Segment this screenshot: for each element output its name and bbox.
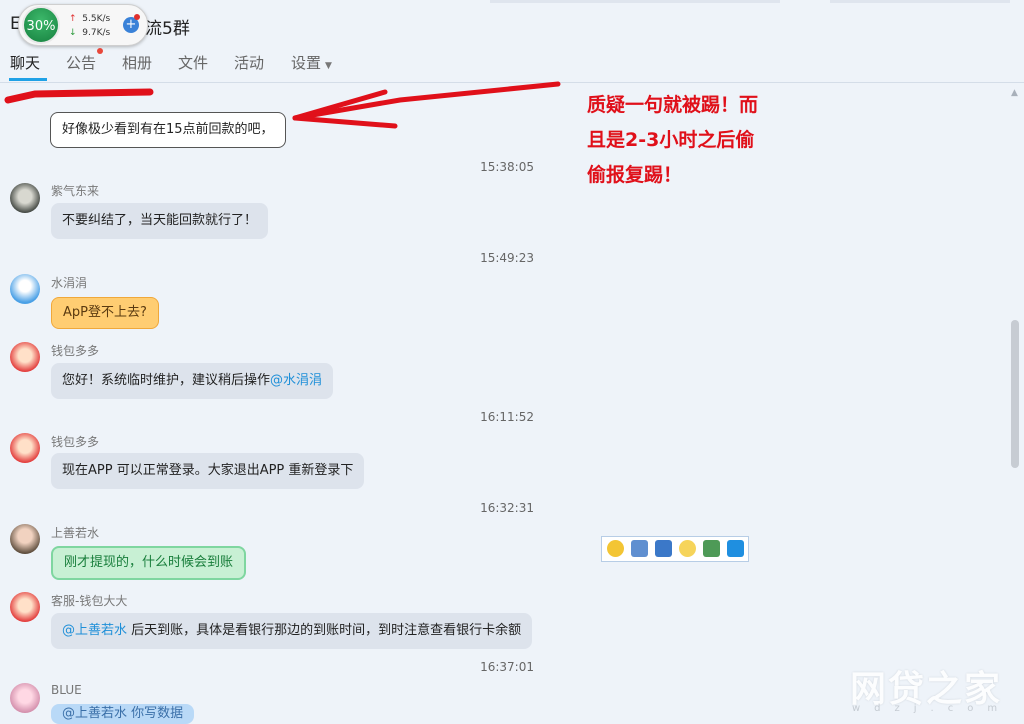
notification-dot: [134, 14, 140, 20]
tab-settings[interactable]: 设置 ▼: [291, 52, 332, 73]
annotation-arrow-head: [292, 115, 398, 129]
message-text: 您好！系统临时维护，建议稍后操作: [62, 373, 271, 388]
tab-settings-label: 设置: [291, 54, 322, 72]
annotation-text: 质疑一句就被踢！而 且是2-3小时之后偷 偷报复踢！: [587, 88, 758, 193]
avatar[interactable]: [10, 524, 40, 554]
sender-name[interactable]: 钱包多多: [51, 342, 99, 359]
message-bubble[interactable]: 不要纠结了，当天能回款就行了！: [51, 203, 269, 239]
tab-bar: 聊天 公告 相册 文件 活动 设置 ▼: [0, 44, 1024, 83]
tab-album[interactable]: 相册: [122, 52, 152, 73]
smiley-icon[interactable]: [679, 540, 696, 557]
tab-chat[interactable]: 聊天: [10, 52, 40, 73]
avatar[interactable]: [10, 342, 40, 372]
tab-files[interactable]: 文件: [178, 52, 208, 73]
message-bubble[interactable]: ApP登不上去?: [51, 297, 159, 329]
tab-activity[interactable]: 活动: [234, 52, 264, 73]
avatar[interactable]: [10, 683, 40, 713]
message-time: 16:11:52: [480, 410, 534, 424]
image-icon[interactable]: [703, 540, 720, 557]
message-time: 15:38:05: [480, 160, 534, 174]
sender-name[interactable]: 上善若水: [51, 524, 99, 541]
title-bar: E 流5群: [0, 0, 1024, 42]
message-text: 后天到账，具体是看银行那边的到账时间，到时注意查看银行卡余额: [127, 623, 522, 638]
message-time: 15:49:23: [480, 251, 534, 265]
scroll-up-arrow-icon[interactable]: ▲: [1011, 88, 1018, 98]
mention-link[interactable]: @水涓涓: [270, 373, 322, 388]
sender-name[interactable]: BLUE: [51, 683, 82, 697]
sender-name[interactable]: 钱包多多: [51, 433, 99, 450]
tab-announcement[interactable]: 公告: [66, 52, 96, 73]
unread-dot: [97, 48, 103, 54]
annotation-arrow-shaft: [292, 81, 561, 121]
annotation-line: 质疑一句就被踢！而: [587, 94, 759, 116]
avatar[interactable]: [10, 433, 40, 463]
watermark-url: wdzj.com: [852, 703, 1012, 714]
top-divider: [830, 0, 1010, 3]
window-title-suffix: 流5群: [145, 19, 190, 39]
message-action-toolbar: [601, 536, 749, 562]
upload-speed: ↑ 5.5K/s: [69, 14, 110, 24]
screen-icon[interactable]: [655, 540, 672, 557]
top-divider: [490, 0, 780, 3]
sender-name[interactable]: 水涓涓: [51, 274, 87, 291]
download-speed: ↓ 9.7K/s: [69, 28, 110, 38]
annotation-line: 且是2-3小时之后偷: [587, 129, 755, 151]
message-bubble[interactable]: 好像极少看到有在15点前回款的吧，: [50, 112, 286, 148]
network-speed-widget[interactable]: 30% ↑ 5.5K/s ↓ 9.7K/s +: [18, 4, 148, 46]
star-bookmark-icon[interactable]: [727, 540, 744, 557]
message-bubble[interactable]: 刚才提现的，什么时候会到账: [51, 546, 247, 580]
arrow-down-icon: ↓: [69, 28, 77, 38]
message-time: 16:32:31: [480, 501, 534, 515]
sender-name[interactable]: 紫气东来: [51, 182, 99, 199]
arrow-up-icon: ↑: [69, 14, 77, 24]
save-icon[interactable]: [631, 540, 648, 557]
cpu-usage-circle: 30%: [22, 6, 60, 44]
scrollbar-thumb[interactable]: [1011, 320, 1019, 468]
message-time: 16:37:01: [480, 660, 534, 674]
caret-down-icon: ▼: [325, 61, 332, 71]
message-bubble[interactable]: @上善若水 你写数据: [51, 704, 195, 724]
annotation-line: 偷报复踢！: [587, 164, 683, 186]
avatar[interactable]: [10, 183, 40, 213]
message-bubble[interactable]: 您好！系统临时维护，建议稍后操作@水涓涓: [51, 363, 334, 399]
message-bubble[interactable]: 现在APP 可以正常登录。大家退出APP 重新登录下: [51, 453, 365, 489]
download-speed-value: 9.7K/s: [82, 28, 111, 38]
message-bubble[interactable]: @上善若水 后天到账，具体是看银行那边的到账时间，到时注意查看银行卡余额: [51, 613, 533, 649]
mention-link[interactable]: @上善若水: [62, 623, 127, 638]
sender-name[interactable]: 客服-钱包大大: [51, 592, 127, 609]
emoji-add-icon[interactable]: [607, 540, 624, 557]
annotation-redaction-stroke: [4, 88, 154, 104]
avatar[interactable]: [10, 592, 40, 622]
avatar[interactable]: [10, 274, 40, 304]
upload-speed-value: 5.5K/s: [82, 14, 111, 24]
